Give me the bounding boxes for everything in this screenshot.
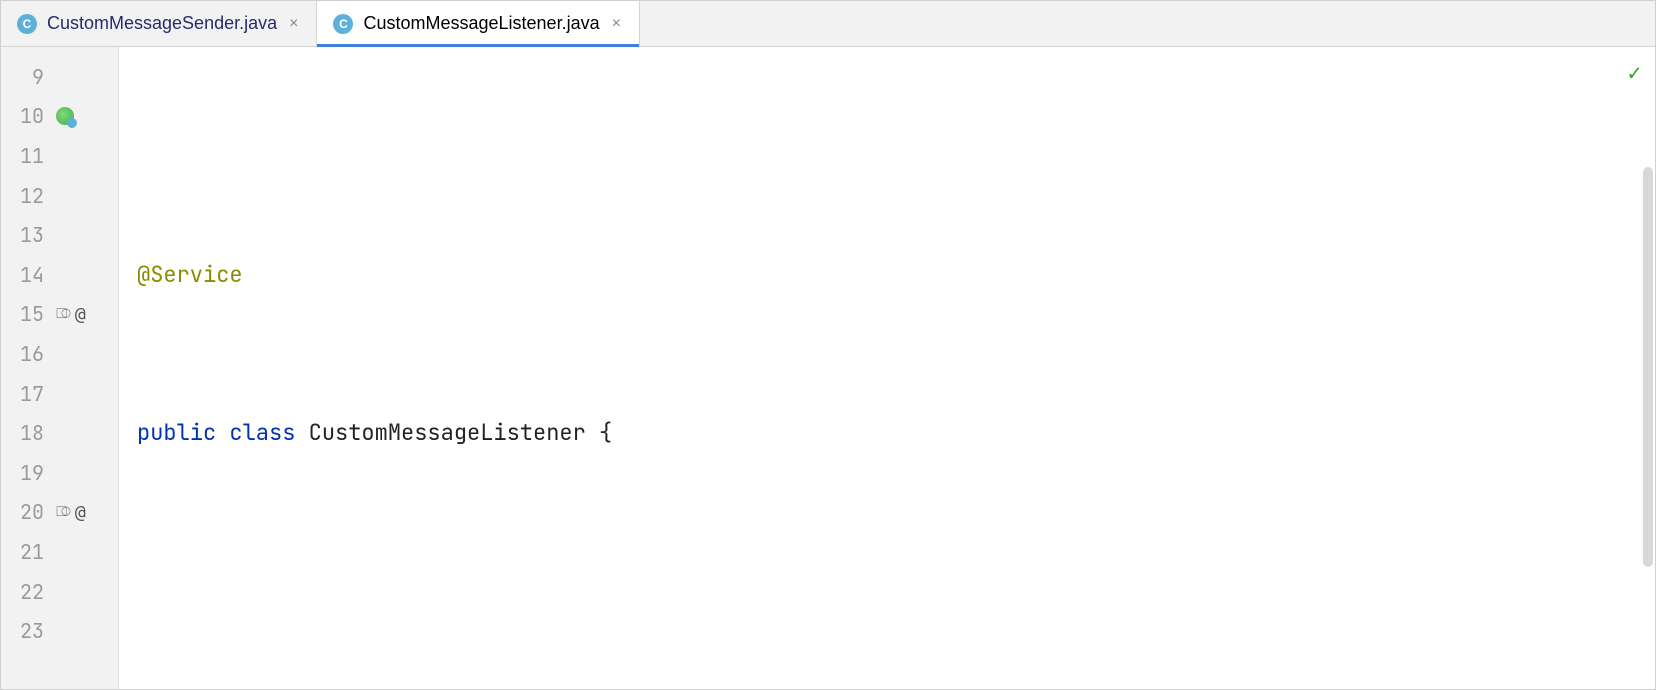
line-number: 22 [8, 579, 44, 605]
annotation-icon[interactable]: @ [75, 304, 86, 325]
line-number: 23 [8, 618, 44, 644]
line-number: 17 [8, 381, 44, 407]
line-number: 13 [8, 222, 44, 248]
close-icon[interactable]: × [287, 15, 300, 33]
tab-listener[interactable]: C CustomMessageListener.java × [317, 1, 639, 46]
code-editor[interactable]: 9 10 11 12 13 14 15⎄@ 16 17 18 19 20⎄@ 2… [1, 47, 1655, 689]
implements-icon[interactable]: ⎄ [56, 306, 71, 322]
tab-label: CustomMessageSender.java [47, 13, 277, 34]
tab-bar: C CustomMessageSender.java × C CustomMes… [1, 1, 1655, 47]
line-number: 18 [8, 420, 44, 446]
code-line: public class CustomMessageListener { [119, 413, 1655, 453]
line-number: 12 [8, 183, 44, 209]
implements-icon[interactable]: ⎄ [56, 504, 71, 520]
line-number: 15 [8, 301, 44, 327]
line-number: 16 [8, 341, 44, 367]
class-file-icon: C [17, 14, 37, 34]
line-number: 21 [8, 539, 44, 565]
tab-sender[interactable]: C CustomMessageSender.java × [1, 1, 317, 46]
line-number: 11 [8, 143, 44, 169]
annotation-icon[interactable]: @ [75, 502, 86, 523]
line-number: 9 [8, 64, 44, 90]
code-area[interactable]: ✓ @Service public class CustomMessageLis… [119, 47, 1655, 689]
tab-label: CustomMessageListener.java [363, 13, 599, 34]
spring-bean-icon[interactable] [56, 107, 74, 125]
gutter: 9 10 11 12 13 14 15⎄@ 16 17 18 19 20⎄@ 2… [1, 47, 119, 689]
code-line: @Service [119, 255, 1655, 295]
line-number: 10 [8, 103, 44, 129]
close-icon[interactable]: × [610, 15, 623, 33]
line-number: 20 [8, 499, 44, 525]
code-line [119, 572, 1655, 612]
line-number: 14 [8, 262, 44, 288]
line-number: 19 [8, 460, 44, 486]
scrollbar-thumb[interactable] [1643, 167, 1653, 567]
status-ok-icon[interactable]: ✓ [1628, 53, 1641, 93]
class-file-icon: C [333, 14, 353, 34]
